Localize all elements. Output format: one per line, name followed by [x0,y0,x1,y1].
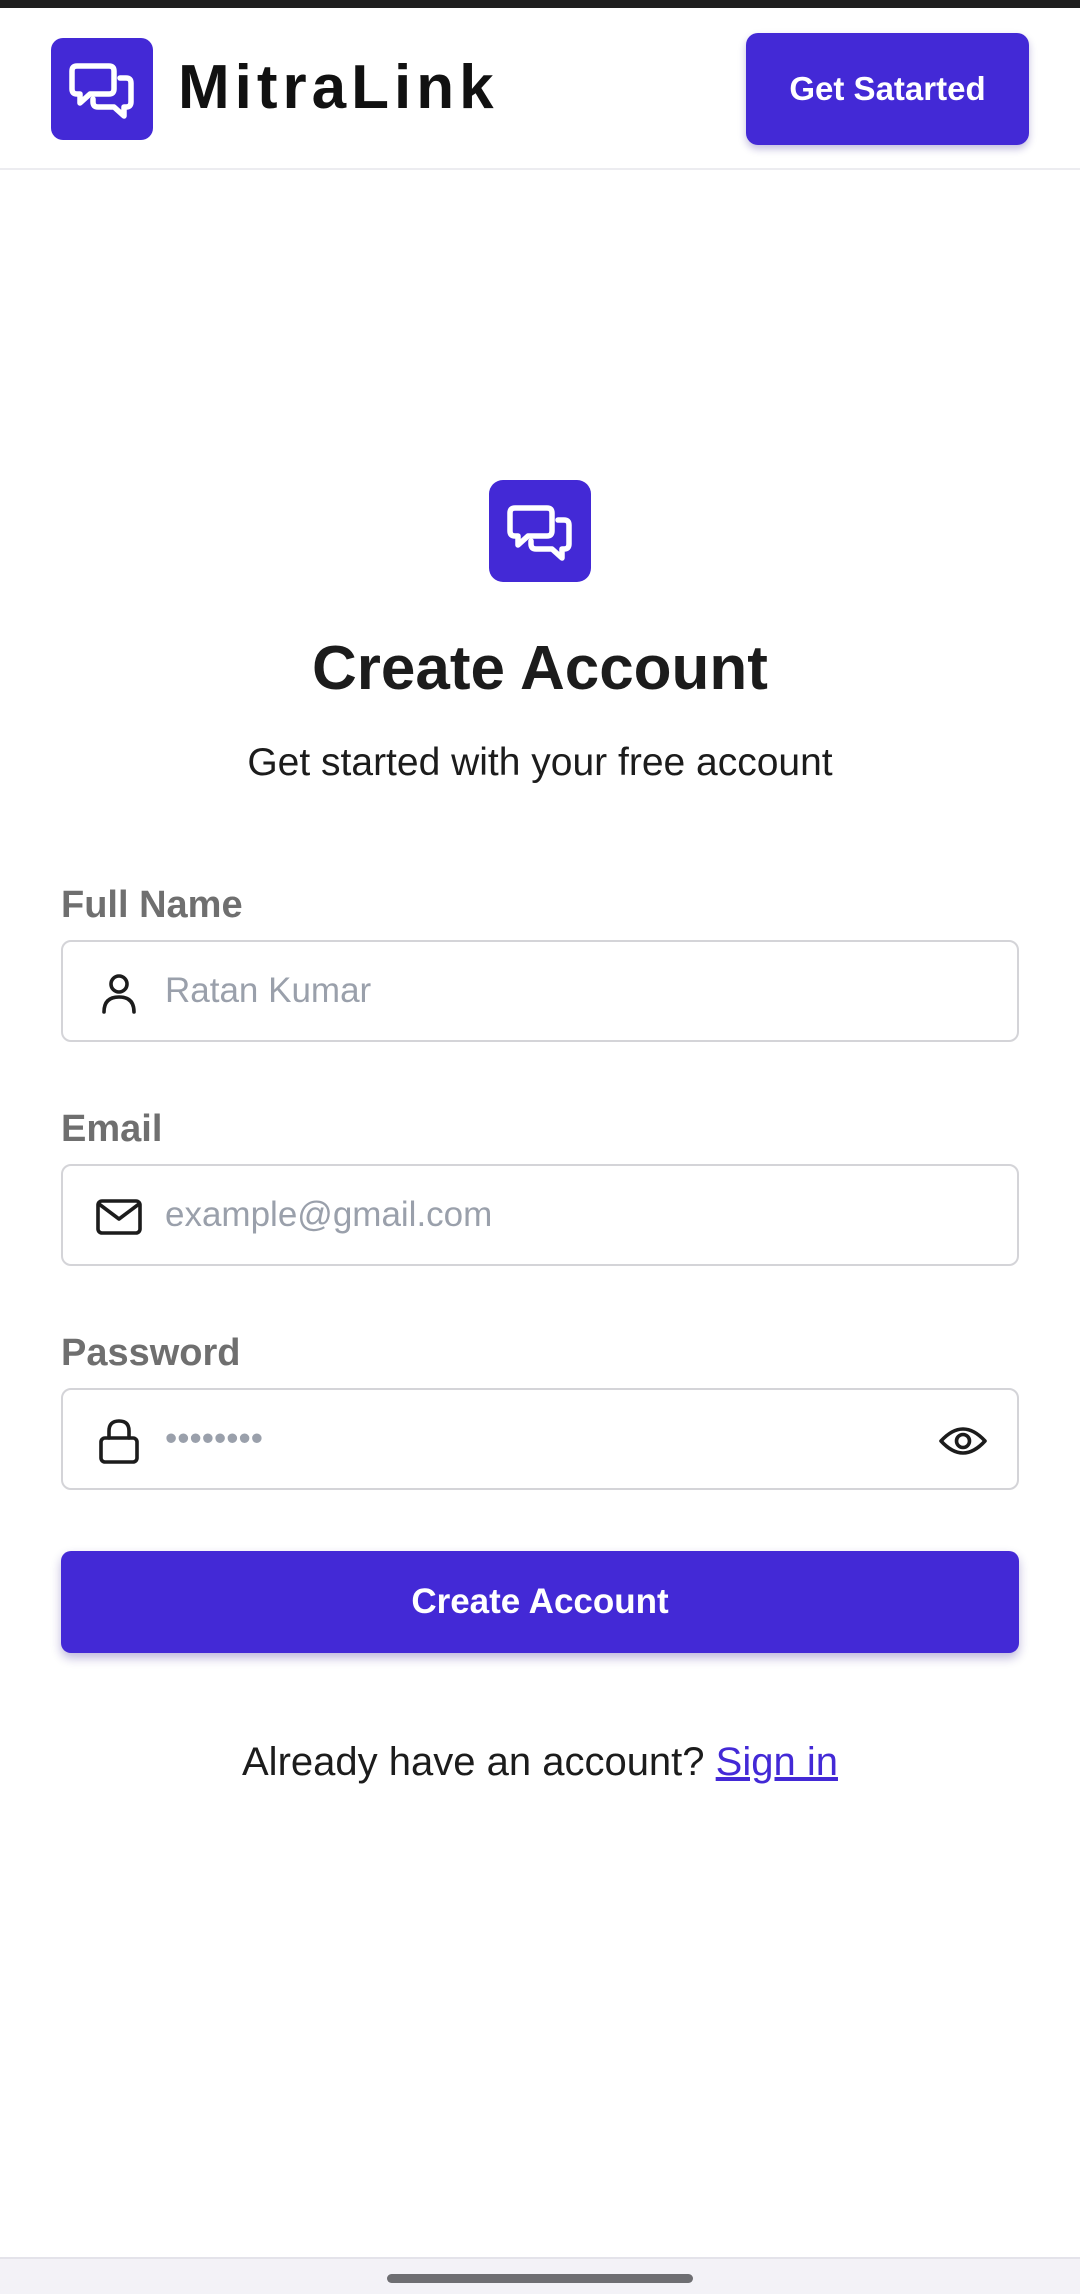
mail-icon [95,1193,143,1241]
create-account-button[interactable]: Create Account [61,1551,1019,1653]
full-name-input[interactable] [165,942,925,1040]
sign-in-link[interactable]: Sign in [716,1740,838,1784]
brand-logo[interactable] [51,38,153,140]
page-title: Create Account [312,634,768,703]
email-field[interactable] [61,1164,1019,1266]
chat-bubbles-icon [507,505,572,561]
brand-name: MitraLink [178,53,499,122]
signin-prompt-text: Already have an account? [242,1740,705,1784]
lock-icon [95,1417,143,1465]
top-app-bar: MitraLink Get Satarted [0,8,1080,170]
get-started-button[interactable]: Get Satarted [746,33,1029,145]
user-icon [95,969,143,1017]
email-label: Email [61,1108,163,1150]
email-input[interactable] [165,1166,925,1264]
home-indicator[interactable] [387,2274,693,2283]
eye-icon[interactable] [937,1415,989,1467]
status-bar [0,0,1080,8]
password-input[interactable] [165,1390,925,1488]
password-label: Password [61,1332,241,1374]
chat-bubbles-icon [69,63,134,119]
password-field[interactable] [61,1388,1019,1490]
system-navigation-bar [0,2257,1080,2294]
signin-prompt: Already have an account? Sign in [0,1738,1080,1786]
hero-logo [489,480,591,582]
page-subtitle: Get started with your free account [247,741,833,784]
full-name-label: Full Name [61,884,243,926]
full-name-field[interactable] [61,940,1019,1042]
